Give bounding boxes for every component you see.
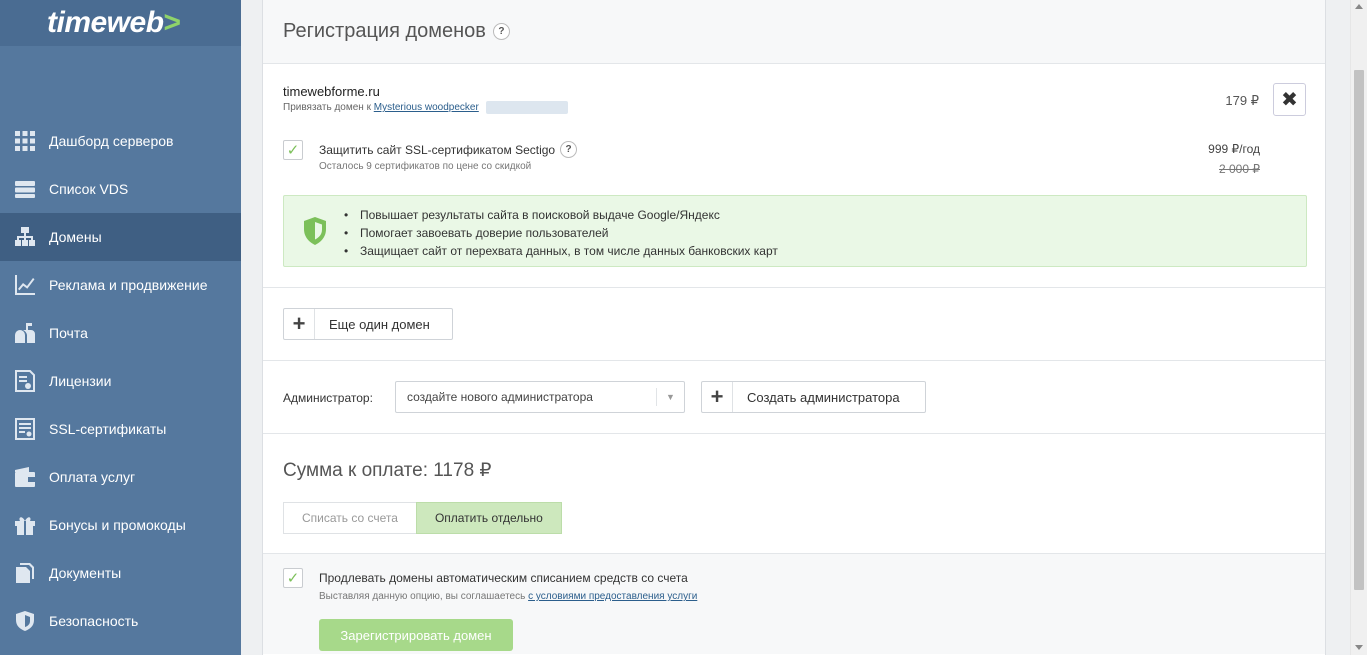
add-domain-label: Еще один домен: [329, 316, 430, 332]
sidebar-item-payment[interactable]: Оплата услуг: [0, 453, 241, 501]
logo-bar: timeweb>: [0, 0, 241, 46]
redacted-text: [485, 101, 568, 114]
list-item: Помогает завоевать доверие пользователей: [344, 224, 778, 242]
ssl-subtitle: Осталось 9 сертификатов по цене со скидк…: [319, 161, 532, 172]
gift-icon: [13, 513, 37, 537]
ssl-label: Защитить сайт SSL-сертификатом Sectigo: [319, 142, 556, 157]
list-item: Повышает результаты сайта в поисковой вы…: [344, 206, 778, 224]
domain-item: timewebforme.ru Привязать домен к Myster…: [263, 64, 1325, 288]
add-domain-button[interactable]: + Еще один домен: [283, 308, 453, 340]
sidebar-item-ads[interactable]: Реклама и продвижение: [0, 261, 241, 309]
pay-from-balance-option[interactable]: Списать со счета: [283, 502, 416, 534]
sidebar-item-dashboard[interactable]: Дашборд серверов: [0, 117, 241, 165]
sidebar-item-label: Почта: [49, 325, 88, 341]
sidebar-nav: Дашборд серверов Список VDS Домены Рекла…: [0, 117, 241, 645]
chart-icon: [13, 273, 37, 297]
check-icon: ✓: [286, 570, 300, 587]
sidebar-item-security[interactable]: Безопасность: [0, 597, 241, 645]
sidebar-item-label: Домены: [49, 229, 102, 245]
register-domain-button[interactable]: Зарегистрировать домен: [319, 619, 513, 651]
license-icon: [13, 369, 37, 393]
ssl-benefits-box: Повышает результаты сайта в поисковой вы…: [283, 195, 1307, 267]
certificate-icon: [13, 417, 37, 441]
bind-prefix: Привязать домен к: [283, 102, 371, 114]
panel-header: Регистрация доменов ?: [263, 0, 1325, 64]
auto-renew-label: Продлевать домены автоматическим списани…: [319, 571, 688, 585]
scrollbar[interactable]: [1350, 0, 1367, 655]
terms-prefix: Выставляя данную опцию, вы соглашаетесь: [319, 591, 526, 602]
bind-server-link[interactable]: Mysterious woodpecker: [374, 102, 479, 113]
plus-icon: +: [702, 382, 733, 412]
close-icon: ✖: [1281, 89, 1298, 111]
scroll-up-arrow-icon[interactable]: [1355, 4, 1363, 9]
sidebar-item-label: Оплата услуг: [49, 469, 136, 485]
scroll-thumb[interactable]: [1354, 70, 1364, 590]
sidebar-item-label: SSL-сертификаты: [49, 421, 167, 437]
check-icon: ✓: [286, 142, 300, 159]
ssl-old-price: 2 000 ₽: [1219, 162, 1260, 176]
sidebar-item-ssl[interactable]: SSL-сертификаты: [0, 405, 241, 453]
add-domain-section: + Еще один домен: [263, 288, 1325, 361]
administrator-label: Администратор:: [283, 391, 373, 405]
create-administrator-button[interactable]: + Создать администратора: [701, 381, 926, 413]
page-title: Регистрация доменов: [283, 20, 486, 42]
logo-text: timeweb: [47, 6, 164, 39]
sidebar-item-label: Документы: [49, 565, 122, 581]
sidebar-item-documents[interactable]: Документы: [0, 549, 241, 597]
sidebar-item-label: Лицензии: [49, 373, 112, 389]
domain-price: 179 ₽: [1225, 93, 1259, 108]
sidebar-item-vds[interactable]: Список VDS: [0, 165, 241, 213]
server-icon: [13, 177, 37, 201]
ssl-option: Защитить сайт SSL-сертификатом Sectigo ?: [319, 141, 578, 158]
terms-line: Выставляя данную опцию, вы соглашаетесь …: [319, 591, 697, 602]
help-icon[interactable]: ?: [492, 23, 510, 40]
sitemap-icon: [13, 225, 37, 249]
benefits-list: Повышает результаты сайта в поисковой вы…: [344, 206, 778, 260]
logo-arrow: >: [163, 6, 182, 39]
sidebar-item-label: Дашборд серверов: [49, 133, 174, 149]
terms-link[interactable]: с условиями предоставления услуги: [528, 591, 697, 602]
payment-method-toggle: Списать со счета Оплатить отдельно: [283, 502, 562, 534]
payment-summary: Сумма к оплате: 1178 ₽ Списать со счета …: [263, 434, 1325, 554]
sidebar: timeweb> Дашборд серверов Список VDS Дом…: [0, 0, 241, 655]
chevron-down-icon: ▼: [656, 388, 684, 406]
remove-domain-button[interactable]: ✖: [1273, 83, 1306, 116]
auto-renew-section: ✓ Продлевать домены автоматическим списа…: [263, 554, 1325, 654]
ssl-checkbox[interactable]: ✓: [283, 140, 303, 160]
documents-icon: [13, 561, 37, 585]
sidebar-item-label: Бонусы и промокоды: [49, 517, 186, 533]
plus-icon: +: [284, 309, 315, 339]
logo[interactable]: timeweb>: [47, 6, 181, 40]
sidebar-item-domains[interactable]: Домены: [0, 213, 241, 261]
ssl-price: 999 ₽/год: [1208, 142, 1260, 156]
list-item: Защищает сайт от перехвата данных, в том…: [344, 242, 778, 260]
total-amount: Сумма к оплате: 1178 ₽: [283, 460, 492, 481]
domain-registration-panel: Регистрация доменов ? timewebforme.ru Пр…: [262, 0, 1326, 655]
scroll-down-arrow-icon[interactable]: [1355, 645, 1363, 650]
administrator-select-value: создайте нового администратора: [407, 390, 593, 404]
sidebar-item-licenses[interactable]: Лицензии: [0, 357, 241, 405]
administrator-select[interactable]: создайте нового администратора ▼: [395, 381, 685, 413]
wallet-icon: [13, 465, 37, 489]
sidebar-item-mail[interactable]: Почта: [0, 309, 241, 357]
sidebar-item-label: Список VDS: [49, 181, 129, 197]
administrator-section: Администратор: создайте нового администр…: [263, 361, 1325, 434]
bind-domain-line: Привязать домен к Mysterious woodpecker: [283, 101, 568, 114]
create-administrator-label: Создать администратора: [747, 389, 900, 405]
sidebar-item-label: Безопасность: [49, 613, 139, 629]
mailbox-icon: [13, 321, 37, 345]
shield-icon: [304, 217, 326, 245]
help-icon[interactable]: ?: [560, 141, 578, 158]
sidebar-item-bonuses[interactable]: Бонусы и промокоды: [0, 501, 241, 549]
shield-icon: [13, 609, 37, 633]
sidebar-item-label: Реклама и продвижение: [49, 277, 208, 293]
auto-renew-checkbox[interactable]: ✓: [283, 568, 303, 588]
grid-icon: [13, 129, 37, 153]
domain-name: timewebforme.ru: [283, 84, 380, 99]
pay-separately-option[interactable]: Оплатить отдельно: [415, 502, 562, 534]
